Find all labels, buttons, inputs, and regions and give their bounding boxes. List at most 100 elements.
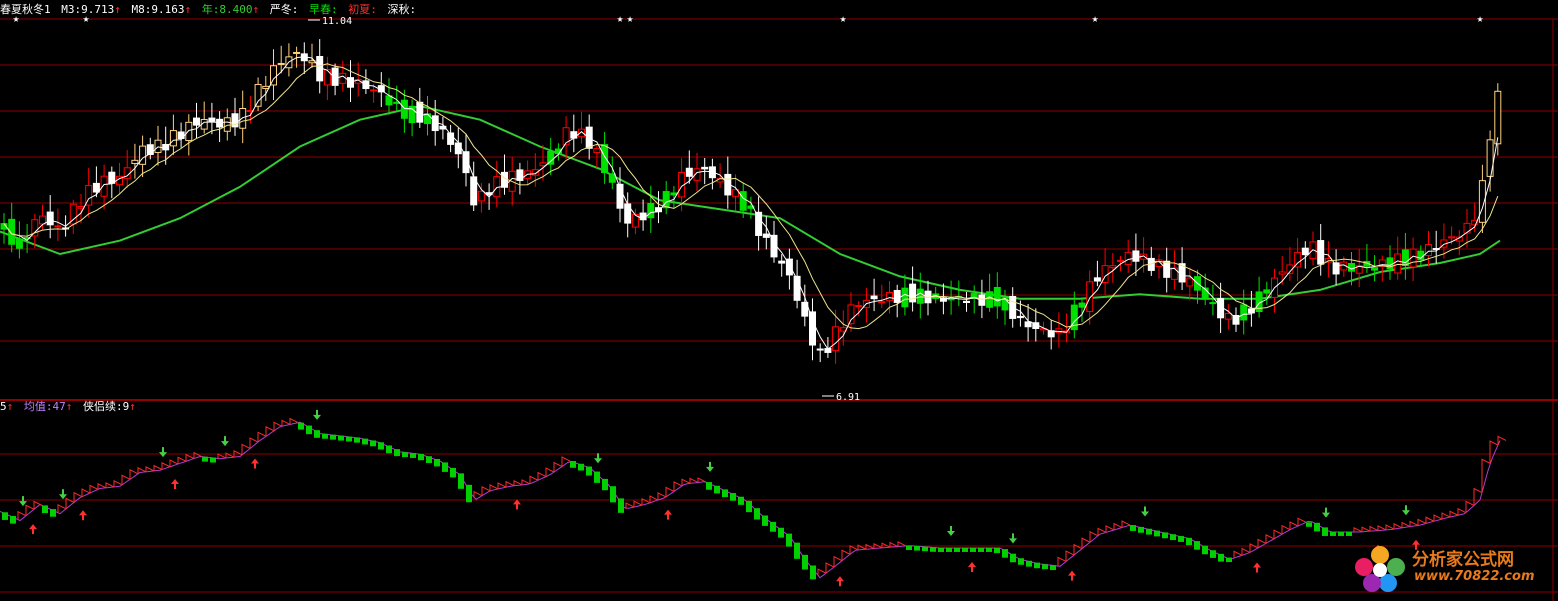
candle-body [323, 68, 331, 86]
candle-body [778, 260, 786, 264]
candle-body [886, 292, 893, 301]
candle-body [1209, 302, 1217, 305]
candle-body [1109, 265, 1117, 269]
candle-body [809, 311, 816, 346]
sell-arrow-icon [1402, 505, 1410, 516]
fall-block [370, 440, 376, 447]
fall-block [378, 442, 384, 450]
fall-block [1010, 553, 1016, 563]
fall-block [42, 505, 48, 514]
fall-block [770, 521, 776, 532]
fall-block [1042, 564, 1048, 570]
candle-body [963, 300, 970, 303]
fall-block [1018, 558, 1024, 565]
fall-block [1002, 549, 1008, 558]
candle-body [1093, 277, 1101, 282]
candle-body [701, 166, 709, 170]
rise-step [1497, 435, 1507, 446]
m3-label: M3: [61, 3, 82, 16]
candle-body [15, 238, 23, 249]
fall-block [962, 547, 968, 552]
fall-block [450, 467, 456, 478]
candle-body [477, 190, 485, 202]
fall-block [738, 496, 744, 505]
fall-block [754, 508, 760, 520]
fall-block [1346, 531, 1352, 536]
fall-block [618, 498, 624, 513]
candle-body [108, 171, 116, 184]
fall-block [762, 515, 768, 526]
m8-value: 9.163 [151, 3, 185, 16]
fall-block [298, 422, 304, 430]
fall-block [706, 482, 712, 490]
logo-text: 分析家公式网 [1412, 550, 1514, 570]
indicator-panel [0, 409, 1507, 587]
candle-body [416, 101, 424, 123]
candle-body [370, 89, 378, 92]
fall-block [594, 471, 600, 483]
candle-body [193, 117, 200, 126]
v1-value: 5 [0, 400, 7, 413]
buy-arrow-icon [251, 458, 259, 469]
candle-body [1494, 90, 1502, 145]
rise-step [473, 490, 483, 499]
fall-block [802, 554, 808, 570]
xia-arrow: ↑ [129, 400, 136, 413]
candle-body [1024, 321, 1032, 328]
fall-block [346, 436, 352, 442]
season-star-marker: ★ [1092, 12, 1099, 25]
fall-block [1170, 534, 1176, 541]
season-star-marker: ★ [627, 12, 634, 25]
fall-block [1154, 530, 1160, 537]
candle-body [169, 130, 177, 147]
fall-block [434, 458, 440, 467]
candle-body [100, 175, 108, 197]
fall-block [1306, 522, 1312, 527]
fall-block [2, 512, 8, 520]
candle-body [1394, 253, 1402, 274]
fall-block [586, 466, 592, 476]
candle-body [1425, 244, 1432, 257]
fall-block [1322, 527, 1328, 536]
sell-arrow-icon [159, 447, 167, 458]
candle-body [647, 202, 655, 219]
candle-body [1348, 263, 1355, 272]
year-label: 年: [201, 3, 220, 16]
candle-body [608, 173, 616, 183]
fall-block [778, 527, 784, 538]
fall-block [314, 430, 320, 438]
candle-body [893, 289, 901, 303]
fall-block [938, 547, 944, 552]
candle-body [1332, 262, 1340, 275]
fall-block [210, 457, 216, 463]
fall-block [954, 547, 960, 552]
fall-block [50, 509, 56, 517]
m8-label: M8: [131, 3, 152, 16]
sell-arrow-icon [59, 489, 67, 500]
fall-block [362, 438, 368, 445]
candle-body [1078, 302, 1086, 308]
candle-body [539, 162, 547, 167]
v1-arrow: ↑ [6, 400, 14, 413]
fall-block [330, 434, 336, 440]
fall-block [410, 453, 416, 458]
fall-block [714, 485, 720, 494]
sell-arrow-icon [706, 461, 714, 472]
candle-body [501, 171, 508, 188]
fall-block [1034, 562, 1040, 569]
candle-body [185, 121, 193, 142]
fall-block [426, 456, 432, 463]
candle-body [131, 159, 139, 165]
fall-block [946, 547, 952, 552]
indicator-name: 春夏秋冬1 [0, 3, 51, 16]
fall-block [994, 547, 1000, 554]
fall-block [354, 437, 360, 443]
fall-block [202, 456, 208, 462]
buy-arrow-icon [1068, 570, 1076, 581]
fall-block [458, 473, 464, 489]
rise-step [217, 453, 227, 459]
fall-block [1226, 557, 1232, 563]
fall-block [610, 486, 616, 503]
logo-url: www.70822.com [1414, 569, 1535, 584]
high-price-label: 11.04 [322, 16, 352, 27]
